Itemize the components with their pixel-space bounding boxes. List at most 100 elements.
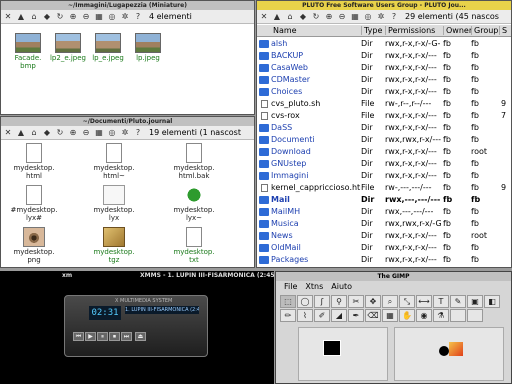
- file-icon-item[interactable]: lp.jpeg: [123, 33, 173, 62]
- tool-button[interactable]: ▣: [467, 295, 483, 308]
- table-row[interactable]: News Dir rwx,r-x,r-x/--- fb root: [257, 230, 511, 242]
- table-row[interactable]: Mail Dir rwx,---,---/--- fb fb: [257, 194, 511, 206]
- table-row[interactable]: OldMail Dir rwx,r-x,r-x/--- fb fb: [257, 242, 511, 254]
- refresh-icon[interactable]: ↻: [55, 12, 65, 22]
- prev-button[interactable]: ⏮: [73, 332, 84, 341]
- tool-button[interactable]: ◯: [297, 295, 313, 308]
- tool-button[interactable]: ◧: [484, 295, 500, 308]
- hidden-icon[interactable]: ◎: [107, 12, 117, 22]
- menu-help[interactable]: Aiuto: [331, 281, 352, 293]
- eject-button[interactable]: ⏏: [135, 332, 146, 341]
- table-row[interactable]: MailMH Dir rwx,---,---/--- fb fb: [257, 206, 511, 218]
- menu-file[interactable]: File: [284, 281, 297, 293]
- tool-button[interactable]: ⌫: [365, 309, 381, 322]
- view-icon[interactable]: ▦: [94, 12, 104, 22]
- tool-button[interactable]: ✥: [365, 295, 381, 308]
- close-icon[interactable]: ✕: [3, 12, 13, 22]
- tool-button[interactable]: ⚗: [433, 309, 449, 322]
- file-icon-item[interactable]: mydesktop. png: [9, 227, 59, 264]
- up-icon[interactable]: ▲: [16, 12, 26, 22]
- tool-button[interactable]: ▦: [382, 309, 398, 322]
- view-icon[interactable]: ▦: [350, 12, 360, 22]
- table-row[interactable]: CasaWeb Dir rwx,r-x,r-x/--- fb fb: [257, 62, 511, 74]
- refresh-icon[interactable]: ↻: [311, 12, 321, 22]
- file-icon-item[interactable]: #mydesktop. lyx#: [9, 185, 59, 222]
- pause-button[interactable]: ⏸: [97, 332, 108, 341]
- table-row[interactable]: Documenti Dir rwx,rwx,r-x/--- fb fb: [257, 134, 511, 146]
- hidden-icon[interactable]: ◎: [107, 128, 117, 138]
- tool-button[interactable]: ◉: [416, 309, 432, 322]
- column-owner-header[interactable]: Owner: [443, 26, 472, 35]
- table-row[interactable]: Immagini Dir rwx,r-x,r-x/--- fb fb: [257, 170, 511, 182]
- tool-button[interactable]: ʃ: [314, 295, 330, 308]
- close-icon[interactable]: ✕: [259, 12, 269, 22]
- zoom-out-icon[interactable]: ⊖: [81, 128, 91, 138]
- tool-button[interactable]: ⬚: [280, 295, 296, 308]
- home-icon[interactable]: ⌂: [29, 128, 39, 138]
- column-type-header[interactable]: Type: [361, 26, 382, 35]
- file-icon-item[interactable]: mydesktop. txt: [169, 227, 219, 264]
- tool-button[interactable]: ✐: [314, 309, 330, 322]
- column-permissions-header[interactable]: Permissions: [385, 26, 435, 35]
- table-row[interactable]: cvs_pluto.sh File rw-,r--,r--/--- fb fb 9: [257, 98, 511, 110]
- zoom-in-icon[interactable]: ⊕: [68, 128, 78, 138]
- zoom-in-icon[interactable]: ⊕: [324, 12, 334, 22]
- file-icon-item[interactable]: mydesktop. lyx: [89, 185, 139, 222]
- hidden-icon[interactable]: ◎: [363, 12, 373, 22]
- tool-button[interactable]: ◢: [331, 309, 347, 322]
- up-icon[interactable]: ▲: [16, 128, 26, 138]
- tool-button[interactable]: ✏: [280, 309, 296, 322]
- home-icon[interactable]: ⌂: [29, 12, 39, 22]
- help-icon[interactable]: ?: [133, 128, 143, 138]
- brush-indicator[interactable]: [439, 346, 449, 356]
- table-row[interactable]: GNUstep Dir rwx,r-x,r-x/--- fb fb: [257, 158, 511, 170]
- tool-button[interactable]: ✒: [348, 309, 364, 322]
- tool-button[interactable]: ⚲: [331, 295, 347, 308]
- table-row[interactable]: Packages Dir rwx,r-x,r-x/--- fb fb: [257, 254, 511, 266]
- tool-button[interactable]: ✋: [399, 309, 415, 322]
- tool-button[interactable]: [450, 309, 466, 322]
- tool-button[interactable]: ⤡: [399, 295, 415, 308]
- tool-button[interactable]: ⟷: [416, 295, 432, 308]
- menu-xtns[interactable]: Xtns: [305, 281, 323, 293]
- table-row[interactable]: DaSS Dir rwx,r-x,r-x/--- fb fb: [257, 122, 511, 134]
- settings-icon[interactable]: ✲: [120, 128, 130, 138]
- file-icon-item[interactable]: mydesktop. html~: [89, 143, 139, 180]
- view-icon[interactable]: ▦: [94, 128, 104, 138]
- table-row[interactable]: kernel_cappriccioso.html File rw-,---,---/…: [257, 182, 511, 194]
- table-row[interactable]: Download Dir rwx,r-x,r-x/--- fb root: [257, 146, 511, 158]
- tool-button[interactable]: ✂: [348, 295, 364, 308]
- foreground-color[interactable]: [323, 340, 341, 356]
- column-group-header[interactable]: Group: [471, 26, 498, 35]
- up-icon[interactable]: ▲: [272, 12, 282, 22]
- file-icon-item[interactable]: mydesktop. html: [9, 143, 59, 180]
- close-icon[interactable]: ✕: [3, 128, 13, 138]
- refresh-icon[interactable]: ↻: [55, 128, 65, 138]
- help-icon[interactable]: ?: [133, 12, 143, 22]
- settings-icon[interactable]: ✲: [120, 12, 130, 22]
- tool-button[interactable]: ⌇: [297, 309, 313, 322]
- play-button[interactable]: ▶: [85, 332, 96, 341]
- next-button[interactable]: ⏭: [121, 332, 132, 341]
- table-row[interactable]: BACKUP Dir rwx,r-x,r-x/--- fb fb: [257, 50, 511, 62]
- tool-button[interactable]: T: [433, 295, 449, 308]
- column-size-header[interactable]: S: [499, 26, 507, 35]
- file-icon-item[interactable]: mydesktop. lyx~: [169, 185, 219, 222]
- bookmark-icon[interactable]: ◆: [298, 12, 308, 22]
- table-row[interactable]: CDMaster Dir rwx,r-x,r-x/--- fb fb: [257, 74, 511, 86]
- zoom-out-icon[interactable]: ⊖: [337, 12, 347, 22]
- stop-button[interactable]: ⏹: [109, 332, 120, 341]
- column-name-header[interactable]: Name: [271, 26, 297, 35]
- tool-button[interactable]: [467, 309, 483, 322]
- file-icon-item[interactable]: mydesktop. tgz: [89, 227, 139, 264]
- zoom-out-icon[interactable]: ⊖: [81, 12, 91, 22]
- help-icon[interactable]: ?: [389, 12, 399, 22]
- table-row[interactable]: Choices Dir rwx,r-x,r-x/--- fb fb: [257, 86, 511, 98]
- file-icon-item[interactable]: mydesktop. html.bak: [169, 143, 219, 180]
- settings-icon[interactable]: ✲: [376, 12, 386, 22]
- table-row[interactable]: Musica Dir rwx,rwx,r-x/-G-fb fb: [257, 218, 511, 230]
- bookmark-icon[interactable]: ◆: [42, 12, 52, 22]
- home-icon[interactable]: ⌂: [285, 12, 295, 22]
- pattern-indicator[interactable]: [449, 342, 463, 356]
- table-row[interactable]: alsh Dir rwx,r-x,r-x/-G-fb fb: [257, 38, 511, 50]
